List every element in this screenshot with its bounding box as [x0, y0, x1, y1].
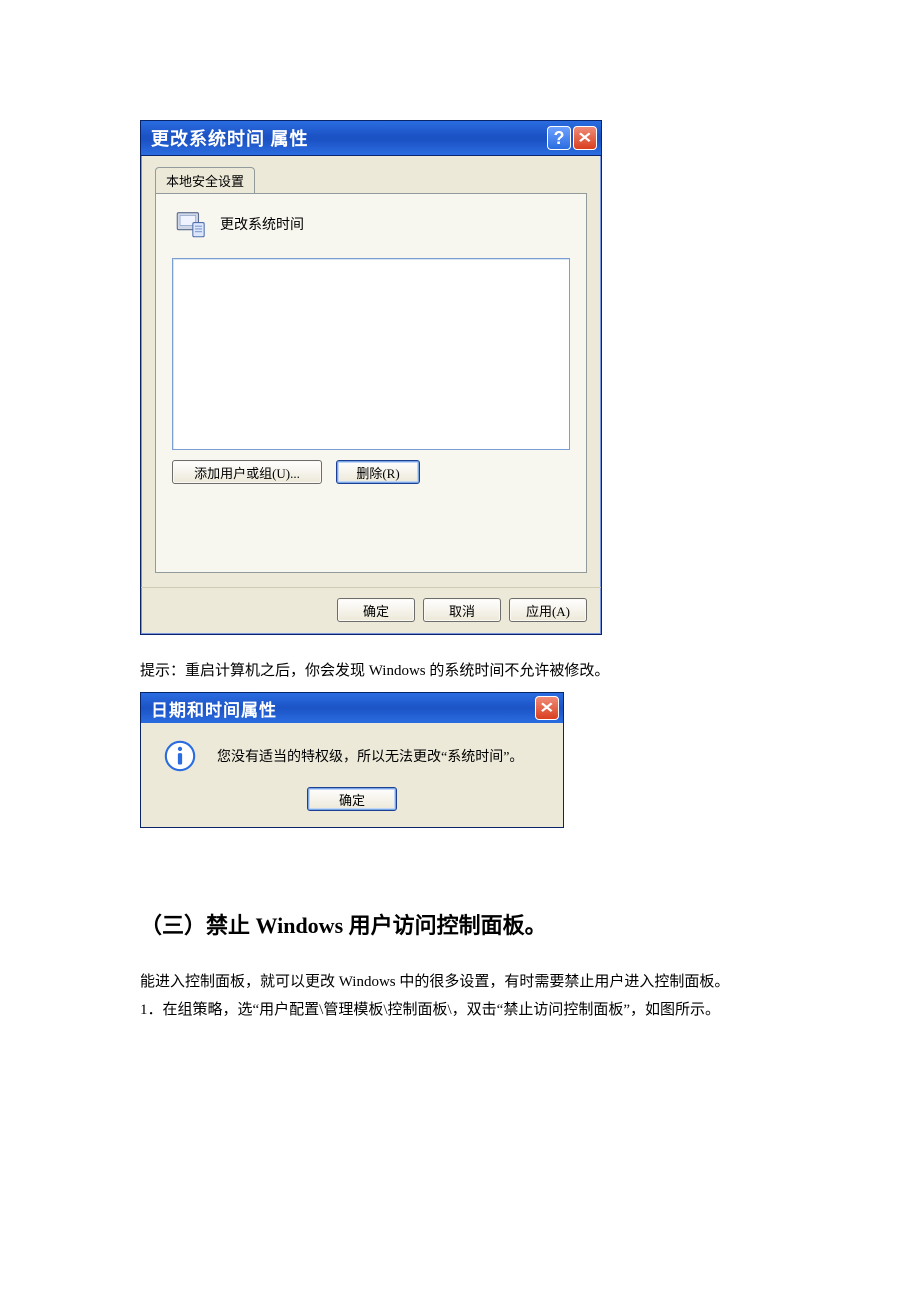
cancel-button[interactable]: 取消 — [423, 598, 501, 622]
users-groups-listbox[interactable] — [172, 258, 570, 450]
dialog1-titlebar[interactable]: 更改系统时间 属性 ? ✕ — [141, 121, 601, 156]
dialog2-message: 您没有适当的特权级，所以无法更改“系统时间”。 — [217, 746, 523, 766]
add-user-or-group-button[interactable]: 添加用户或组(U)... — [172, 460, 322, 484]
policy-header-row: 更改系统时间 — [172, 206, 570, 242]
tab-label: 本地安全设置 — [166, 174, 244, 189]
tab-strip: 本地安全设置 — [155, 167, 587, 194]
tab-body: 更改系统时间 添加用户或组(U)... 删除(R) — [155, 193, 587, 573]
dialog2-body: 您没有适当的特权级，所以无法更改“系统时间”。 — [141, 723, 563, 783]
dialog1-footer: 确定 取消 应用(A) — [141, 587, 601, 634]
remove-button[interactable]: 删除(R) — [336, 460, 420, 484]
policy-icon — [172, 206, 208, 242]
dialog1-client: 本地安全设置 更改系统时间 — [141, 156, 601, 587]
policy-name: 更改系统时间 — [220, 214, 304, 234]
tab-local-security-settings[interactable]: 本地安全设置 — [155, 167, 255, 194]
listbox-button-row: 添加用户或组(U)... 删除(R) — [172, 460, 570, 484]
close-button[interactable]: ✕ — [573, 126, 597, 150]
hint-text: 提示：重启计算机之后，你会发现 Windows 的系统时间不允许被修改。 — [140, 659, 780, 680]
ok-button[interactable]: 确定 — [307, 787, 397, 811]
dialog2-button-row: 确定 — [141, 783, 563, 827]
info-icon — [163, 739, 197, 773]
date-time-properties-dialog: 日期和时间属性 ✕ 您没有适当的特权级，所以无法更改“系统时间”。 确定 — [140, 692, 564, 828]
help-button[interactable]: ? — [547, 126, 571, 150]
apply-button[interactable]: 应用(A) — [509, 598, 587, 622]
dialog2-titlebar[interactable]: 日期和时间属性 ✕ — [141, 693, 563, 723]
section-paragraph-1: 能进入控制面板，就可以更改 Windows 中的很多设置，有时需要禁止用户进入控… — [140, 970, 780, 994]
dialog2-title: 日期和时间属性 — [151, 696, 533, 721]
section-heading: （三）禁止 Windows 用户访问控制面板。 — [140, 908, 780, 940]
change-system-time-properties-dialog: 更改系统时间 属性 ? ✕ 本地安全设置 — [140, 120, 602, 635]
dialog1-title: 更改系统时间 属性 — [151, 125, 545, 151]
ok-button[interactable]: 确定 — [337, 598, 415, 622]
section-paragraph-2: 1．在组策略，选“用户配置\管理模板\控制面板\，双击“禁止访问控制面板”，如图… — [140, 998, 780, 1022]
close-button[interactable]: ✕ — [535, 696, 559, 720]
